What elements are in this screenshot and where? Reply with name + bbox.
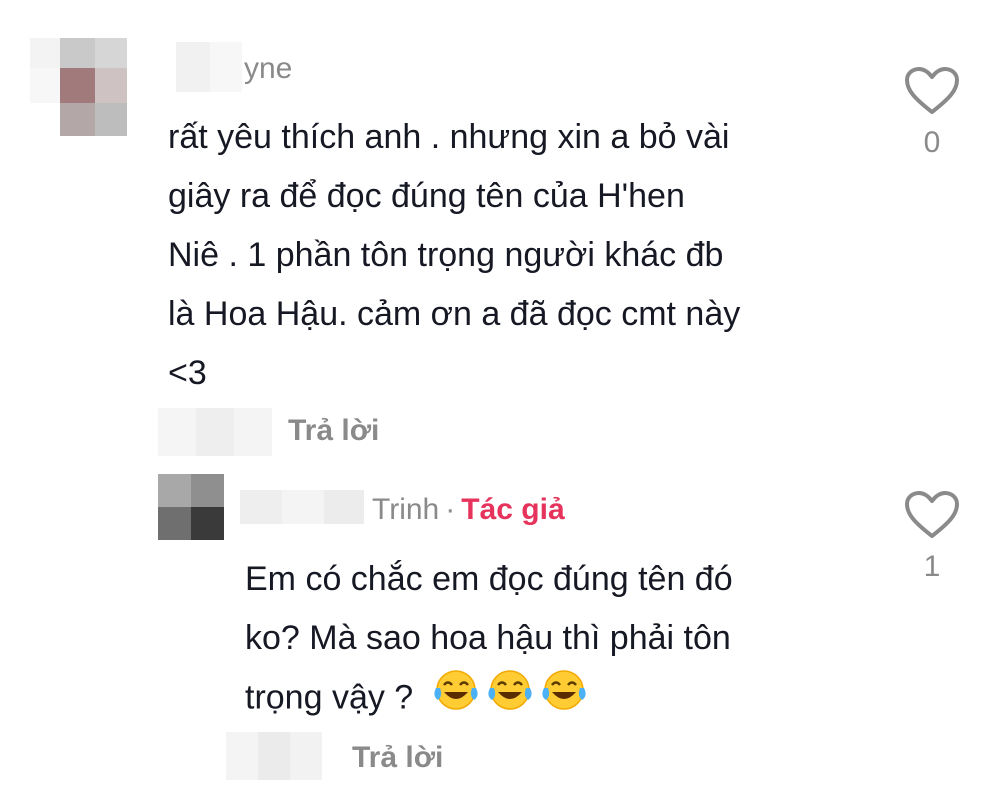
- reply-date-blur: [226, 732, 322, 780]
- heart-outline-icon[interactable]: [904, 490, 960, 540]
- reply-line-last: trọng vậy ?: [245, 668, 885, 731]
- comment-line: là Hoa Hậu. cảm ơn a đã đọc cmt này: [168, 295, 741, 333]
- reply-button[interactable]: Trả lời: [352, 741, 443, 775]
- avatar[interactable]: [30, 38, 160, 138]
- reply-username-row: Trinh · Tác giả: [372, 493, 565, 527]
- username-blur: [176, 42, 242, 92]
- author-badge: Tác giả: [461, 493, 565, 526]
- comment-line: Niê . 1 phần tôn trọng người khác đb: [168, 236, 724, 274]
- comment-date-blur: [158, 408, 272, 456]
- reply-text: Em có chắc em đọc đúng tên đó ko? Mà sao…: [245, 550, 885, 731]
- laughing-tears-emoji: [485, 668, 535, 731]
- comment-line: <3: [168, 354, 207, 392]
- separator-dot: ·: [445, 493, 456, 526]
- reply-line: Em có chắc em đọc đúng tên đó: [245, 560, 733, 598]
- like-column: 1: [902, 490, 962, 584]
- like-column: 0: [902, 66, 962, 160]
- avatar[interactable]: [158, 474, 224, 540]
- username-blur: [240, 490, 364, 524]
- reply-button[interactable]: Trả lời: [288, 414, 379, 448]
- laughing-tears-emoji: [539, 668, 589, 731]
- comment-username[interactable]: yne: [244, 52, 292, 86]
- reply-line: ko? Mà sao hoa hậu thì phải tôn: [245, 619, 731, 657]
- comment-line: giây ra để đọc đúng tên của H'hen: [168, 177, 685, 215]
- comment-line: rất yêu thích anh . nhưng xin a bỏ vài: [168, 118, 730, 156]
- laughing-tears-emoji: [431, 668, 481, 731]
- like-count: 1: [923, 550, 941, 583]
- heart-outline-icon[interactable]: [904, 66, 960, 116]
- like-count: 0: [923, 126, 941, 159]
- comment-text: rất yêu thích anh . nhưng xin a bỏ vài g…: [168, 108, 888, 403]
- reply-username[interactable]: Trinh: [372, 493, 439, 526]
